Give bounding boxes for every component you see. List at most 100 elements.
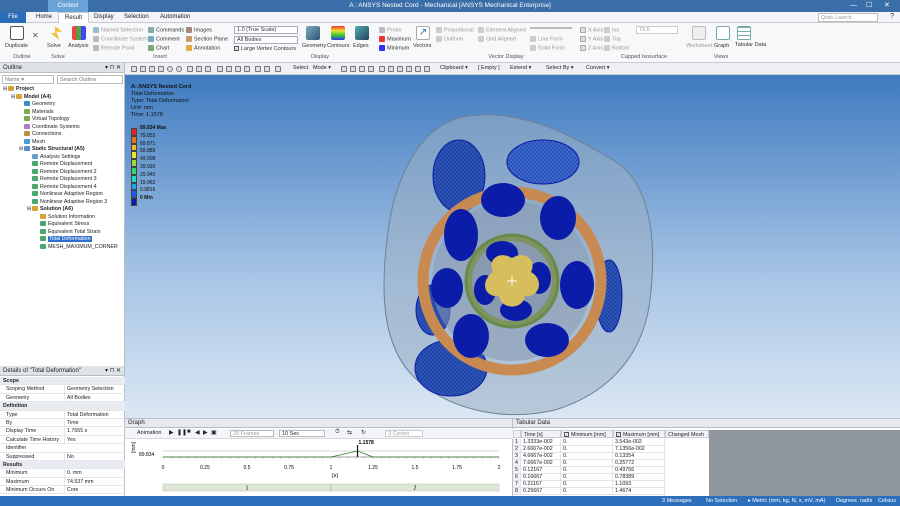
series-line[interactable] xyxy=(163,450,499,458)
top-option[interactable]: Top xyxy=(604,36,621,42)
element-select-icon[interactable] xyxy=(388,66,394,72)
units-indicator[interactable]: ▸ Metric (mm, kg, N, s, mV, mA) xyxy=(748,496,825,506)
details-row[interactable]: Suppressed No xyxy=(0,452,125,461)
panel-pin-icon[interactable]: ▾ ⊓ ✕ xyxy=(105,63,121,73)
tree-item[interactable]: Remote Displacement xyxy=(0,161,125,169)
x-axis-checkbox[interactable]: X Axis xyxy=(580,27,603,33)
details-value[interactable]: No xyxy=(64,452,124,461)
help-icon[interactable]: ? xyxy=(890,13,894,20)
next-view-icon[interactable] xyxy=(196,66,202,72)
edge-select-icon[interactable] xyxy=(350,66,356,72)
tab-file[interactable]: File xyxy=(0,12,26,23)
analysis-icon[interactable] xyxy=(72,26,86,40)
mode-dropdown[interactable]: Mode ▾ xyxy=(313,65,331,71)
graph-view-icon[interactable] xyxy=(716,26,730,40)
solid-form-option[interactable]: Solid Form xyxy=(530,45,565,51)
tree-item[interactable]: Virtual Topology xyxy=(0,116,125,124)
details-row[interactable]: Minimum 0. mm xyxy=(0,469,125,478)
element-aligned-option[interactable]: Element Aligned xyxy=(478,27,526,33)
deformed-model[interactable] xyxy=(375,110,665,418)
details-value[interactable]: All Bodies xyxy=(64,393,124,403)
tree-item[interactable]: Geometry xyxy=(0,101,125,109)
box-select-icon[interactable] xyxy=(255,66,261,72)
column-checkbox-icon[interactable]: ✓ xyxy=(564,432,569,437)
vector-length-slider[interactable] xyxy=(530,27,572,29)
tab-result[interactable]: Result xyxy=(58,12,90,23)
select-button[interactable]: Select xyxy=(293,65,308,71)
previous-view-icon[interactable] xyxy=(187,66,193,72)
extend-dropdown[interactable]: Extend ▾ xyxy=(510,65,531,71)
column-header[interactable]: Changed Mesh xyxy=(665,430,709,438)
vectors-button[interactable]: Vectors xyxy=(413,43,431,49)
details-row[interactable]: Display Time 1.7655 s xyxy=(0,427,125,436)
bodies-select[interactable]: All Bodies xyxy=(234,36,298,44)
details-section[interactable]: Scope xyxy=(0,377,125,386)
details-pin-icon[interactable]: ▾ ⊓ ✕ xyxy=(105,366,121,376)
tree-item[interactable]: ⊟ Solution (A6) xyxy=(0,206,125,214)
outline-search-input[interactable]: Search Outline xyxy=(57,75,123,84)
tree-item[interactable]: Materials xyxy=(0,109,125,117)
delete-icon[interactable]: ✕ xyxy=(32,31,39,40)
z-axis-checkbox[interactable]: Z Axis xyxy=(580,45,603,51)
clipboard-dropdown[interactable]: Clipboard ▾ xyxy=(440,65,468,71)
details-value[interactable]: Yes xyxy=(64,435,124,445)
coordinate-system-button[interactable]: Coordinate System xyxy=(93,36,148,42)
iso-value-input[interactable]: 79.6 xyxy=(636,26,678,34)
node-pick-icon[interactable] xyxy=(397,66,403,72)
duplicate-button[interactable]: Duplicate xyxy=(5,43,28,49)
tab-display[interactable]: Display xyxy=(88,12,120,23)
analysis-button[interactable]: Analysis xyxy=(68,43,88,49)
tree-item[interactable]: Connections xyxy=(0,131,125,139)
rate-units[interactable]: rad/s xyxy=(860,496,872,506)
contours-button[interactable]: Contours xyxy=(327,43,349,49)
tree-item[interactable]: ⊟ Project xyxy=(0,86,125,94)
lasso-select-icon[interactable] xyxy=(264,66,270,72)
convert-dropdown[interactable]: Convert ▾ xyxy=(586,65,610,71)
solve-icon[interactable] xyxy=(50,26,62,40)
play-icon[interactable]: ▶ xyxy=(169,429,174,436)
tree-item[interactable]: MESH_MAXIMUM_CORNER xyxy=(0,244,125,252)
duplicate-icon[interactable] xyxy=(10,26,24,40)
select-body-icon[interactable] xyxy=(244,66,250,72)
details-row[interactable]: Type Total Deformation xyxy=(0,410,125,419)
edges-icon[interactable] xyxy=(355,26,369,40)
loop-icon[interactable]: ↻ xyxy=(361,429,366,436)
worksheet-icon[interactable] xyxy=(692,26,706,40)
quick-launch-input[interactable]: Quick Launch xyxy=(818,13,878,22)
element-face-select-icon[interactable] xyxy=(379,66,385,72)
time-sync-icon[interactable]: ⏱ xyxy=(335,429,340,436)
details-row[interactable]: Identifier xyxy=(0,444,125,453)
tab-selection[interactable]: Selection xyxy=(118,12,155,23)
tree-item[interactable]: Total Deformation xyxy=(0,236,125,244)
tree-item[interactable]: ⊟ Model (A4) xyxy=(0,94,125,102)
outline-name-filter[interactable]: Name ▾ xyxy=(2,75,54,84)
details-row[interactable]: Minimum Occurs On Core xyxy=(0,486,125,495)
tree-item[interactable]: Equivalent Total Strain xyxy=(0,229,125,237)
details-value[interactable]: Core xyxy=(64,486,124,495)
y-axis-checkbox[interactable]: Y Axis xyxy=(580,36,603,42)
tree-item[interactable]: Solution Information xyxy=(0,214,125,222)
details-section[interactable]: Results xyxy=(0,460,125,470)
remote-point-button[interactable]: Remote Point xyxy=(93,45,134,51)
tree-item[interactable]: Equivalent Stress xyxy=(0,221,125,229)
temperature-units[interactable]: Celsius xyxy=(878,496,896,506)
chart-button[interactable]: Chart xyxy=(148,45,169,51)
contours-icon[interactable] xyxy=(331,26,345,40)
tab-automation[interactable]: Automation xyxy=(154,12,196,23)
cycles-select[interactable]: 3 Cycles xyxy=(385,430,423,437)
vectors-icon[interactable]: ↗ xyxy=(416,26,430,40)
bottom-option[interactable]: Bottom xyxy=(604,45,629,51)
export-video-icon[interactable]: ▣ xyxy=(211,429,217,436)
details-row[interactable]: By Time xyxy=(0,418,125,428)
prev-frame-icon[interactable]: ◀ xyxy=(195,429,200,436)
details-value[interactable]: Total Deformation xyxy=(64,410,124,419)
body-select-icon[interactable] xyxy=(368,66,374,72)
geometry-display-button[interactable]: Geometry xyxy=(302,43,326,49)
section-plane-button[interactable]: Section Plane xyxy=(186,36,228,42)
body-mesh-select-icon[interactable] xyxy=(424,66,430,72)
iso-view-icon[interactable] xyxy=(205,66,211,72)
graphics-viewport[interactable]: A: ANSYS Nested Cord Total Deformation T… xyxy=(125,75,900,418)
select-face-icon[interactable] xyxy=(226,66,232,72)
minimize-button[interactable]: — xyxy=(850,0,857,12)
duration-select[interactable]: 10 Sec xyxy=(279,430,325,437)
